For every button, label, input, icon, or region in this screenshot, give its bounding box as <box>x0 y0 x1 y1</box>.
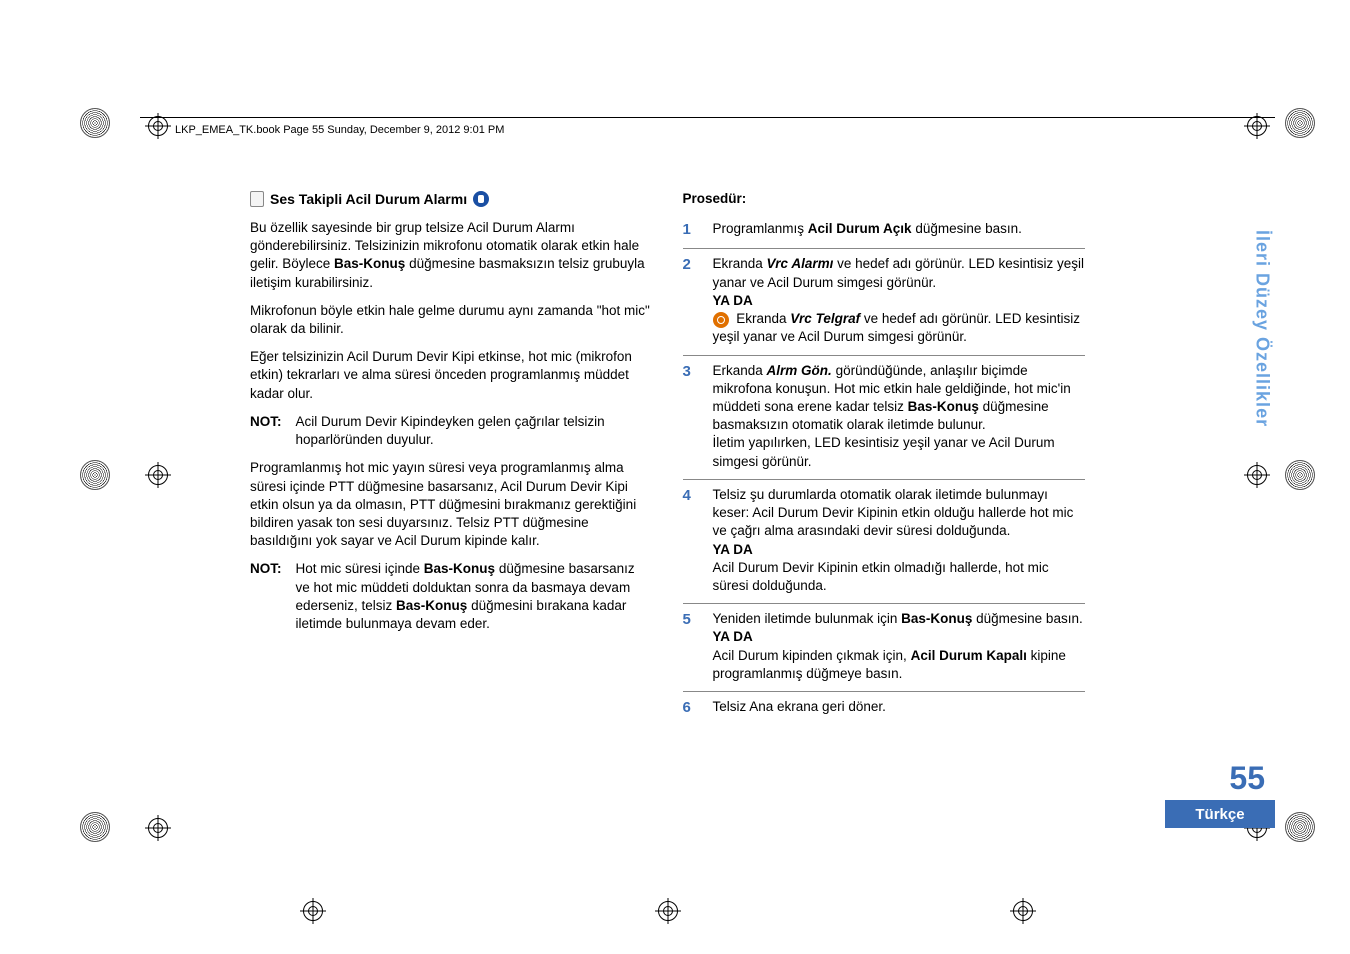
step-body: Yeniden iletimde bulunmak için Bas-Konuş… <box>713 610 1086 683</box>
step-body: Telsiz Ana ekrana geri döner. <box>713 698 1086 718</box>
paragraph: Programlanmış hot mic yayın süresi veya … <box>250 459 653 550</box>
note: NOT: Hot mic süresi içinde Bas-Konuş düğ… <box>250 560 653 633</box>
text-bold: Bas-Konuş <box>908 399 979 414</box>
step-number: 6 <box>683 698 701 718</box>
registration-mark <box>1285 108 1315 138</box>
procedure-step: 3 Erkanda Alrm Gön. göründüğünde, anlaşı… <box>683 356 1086 480</box>
crop-mark <box>655 898 681 924</box>
crop-mark <box>145 815 171 841</box>
step-number: 4 <box>683 486 701 595</box>
running-header: LKP_EMEA_TK.book Page 55 Sunday, Decembe… <box>175 124 504 136</box>
right-column: Prosedür: 1 Programlanmış Acil Durum Açı… <box>683 190 1086 726</box>
text: Telsiz şu durumlarda otomatik olarak ile… <box>713 487 1074 538</box>
note-label: NOT: <box>250 413 282 449</box>
crop-mark <box>145 113 171 139</box>
text-bold: Acil Durum Açık <box>808 221 912 236</box>
text: Acil Durum kipinden çıkmak için, <box>713 648 911 663</box>
text: İletim yapılırken, LED kesintisiz yeşil … <box>713 435 1055 468</box>
page-content: Ses Takipli Acil Durum Alarmı Bu özellik… <box>250 190 1085 726</box>
crop-mark <box>145 462 171 488</box>
procedure-step: 5 Yeniden iletimde bulunmak için Bas-Kon… <box>683 604 1086 692</box>
text-bold: Acil Durum Kapalı <box>911 648 1027 663</box>
crop-mark <box>1244 113 1270 139</box>
section-side-tab: İleri Düzey Özellikler <box>1249 230 1275 475</box>
text: düğmesine basın. <box>972 611 1082 626</box>
text: Erkanda <box>713 363 767 378</box>
feature-icon <box>473 191 489 207</box>
registration-mark <box>80 812 110 842</box>
text: Programlanmış <box>713 221 808 236</box>
text: düğmesine basın. <box>912 221 1022 236</box>
text: Hot mic süresi içinde <box>296 561 424 576</box>
step-body: Telsiz şu durumlarda otomatik olarak ile… <box>713 486 1086 595</box>
procedure-title: Prosedür: <box>683 190 1086 208</box>
text-bold: Bas-Konuş <box>396 598 467 613</box>
note: NOT: Acil Durum Devir Kipindeyken gelen … <box>250 413 653 449</box>
text: Yeniden iletimde bulunmak için <box>713 611 902 626</box>
text: Ekranda <box>733 311 791 326</box>
paragraph: Bu özellik sayesinde bir grup telsize Ac… <box>250 219 653 292</box>
header-rule <box>140 117 1275 118</box>
step-number: 2 <box>683 255 701 346</box>
text: Ekranda <box>713 256 767 271</box>
step-number: 1 <box>683 220 701 240</box>
registration-mark <box>1285 812 1315 842</box>
or-label: YA DA <box>713 293 753 308</box>
text-bold: Bas-Konuş <box>424 561 495 576</box>
step-number: 5 <box>683 610 701 683</box>
procedure-step: 4 Telsiz şu durumlarda otomatik olarak i… <box>683 480 1086 604</box>
step-body: Programlanmış Acil Durum Açık düğmesine … <box>713 220 1086 240</box>
step-number: 3 <box>683 362 701 471</box>
or-label: YA DA <box>713 629 753 644</box>
paragraph: Mikrofonun böyle etkin hale gelme durumu… <box>250 302 653 338</box>
note-body: Acil Durum Devir Kipindeyken gelen çağrı… <box>296 413 653 449</box>
text-bold: Bas-Konuş <box>334 256 405 271</box>
section-heading-row: Ses Takipli Acil Durum Alarmı <box>250 190 653 209</box>
registration-mark <box>80 108 110 138</box>
language-tab: Türkçe <box>1165 800 1275 828</box>
section-heading: Ses Takipli Acil Durum Alarmı <box>270 190 467 209</box>
step-body: Erkanda Alrm Gön. göründüğünde, anlaşılı… <box>713 362 1086 471</box>
left-column: Ses Takipli Acil Durum Alarmı Bu özellik… <box>250 190 653 726</box>
registration-mark <box>80 460 110 490</box>
text-bold-italic: Alrm Gön. <box>767 363 832 378</box>
text-bold-italic: Vrc Alarmı <box>767 256 834 271</box>
crop-mark <box>300 898 326 924</box>
antenna-icon <box>713 312 729 328</box>
crop-mark <box>1010 898 1036 924</box>
registration-mark <box>1285 460 1315 490</box>
text-bold-italic: Vrc Telgraf <box>790 311 860 326</box>
paragraph: Eğer telsizinizin Acil Durum Devir Kipi … <box>250 348 653 403</box>
note-label: NOT: <box>250 560 282 633</box>
or-label: YA DA <box>713 542 753 557</box>
step-body: Ekranda Vrc Alarmı ve hedef adı görünür.… <box>713 255 1086 346</box>
procedure-step: 6 Telsiz Ana ekrana geri döner. <box>683 692 1086 726</box>
page-icon <box>250 191 264 207</box>
note-body: Hot mic süresi içinde Bas-Konuş düğmesin… <box>296 560 653 633</box>
procedure-step: 1 Programlanmış Acil Durum Açık düğmesin… <box>683 214 1086 249</box>
page-number: 55 <box>1229 760 1265 797</box>
procedure-step: 2 Ekranda Vrc Alarmı ve hedef adı görünü… <box>683 249 1086 355</box>
text-bold: Bas-Konuş <box>901 611 972 626</box>
text: Acil Durum Devir Kipinin etkin olmadığı … <box>713 560 1049 593</box>
